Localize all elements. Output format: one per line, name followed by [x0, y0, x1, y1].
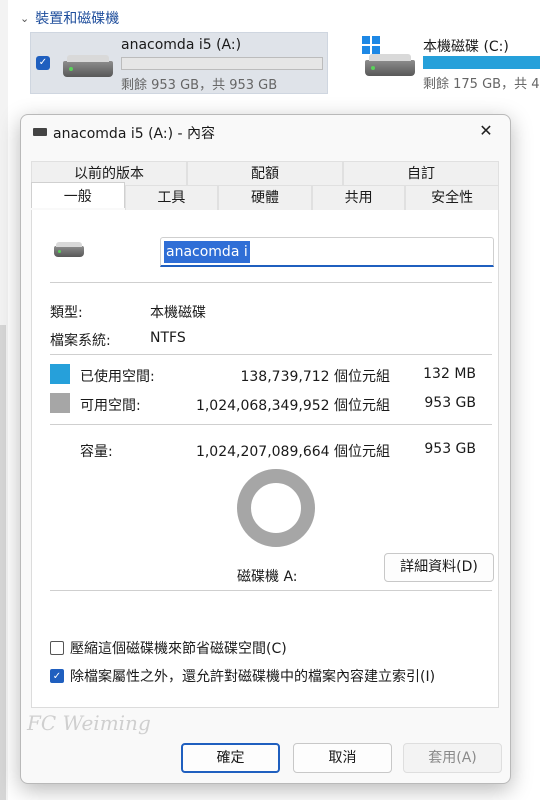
hard-drive-icon [365, 54, 415, 76]
navigation-pane-edge [0, 0, 8, 800]
drive-usage-bar [423, 56, 540, 69]
watermark-text: FC Weiming [27, 711, 151, 735]
used-space-swatch [50, 364, 70, 384]
dialog-title: anacomda i5 (A:) - 內容 [53, 126, 216, 142]
tab-hardware[interactable]: 硬體 [218, 185, 312, 210]
capacity-label: 容量: [80, 444, 113, 460]
drive-name: 本機磁碟 (C:) [423, 39, 509, 55]
tab-quota[interactable]: 配額 [187, 161, 343, 185]
used-space-label: 已使用空間: [80, 369, 155, 385]
drive-name-field[interactable] [160, 237, 494, 267]
index-label[interactable]: 除檔案屬性之外，還允許對磁碟機中的檔案內容建立索引(I) [70, 666, 435, 686]
chevron-down-icon[interactable]: ⌄ [20, 12, 29, 25]
compress-option[interactable]: 壓縮這個磁碟機來節省磁碟空間(C) [50, 638, 287, 658]
free-space-bytes: 1,024,068,349,952 個位元組 [195, 398, 390, 414]
divider [50, 424, 492, 425]
compress-checkbox[interactable] [50, 641, 64, 655]
drive-tile-c[interactable]: 本機磁碟 (C:) 剩餘 175 GB，共 4 [360, 32, 540, 94]
tab-tools[interactable]: 工具 [124, 185, 219, 210]
details-button[interactable]: 詳細資料(D) [384, 553, 494, 582]
free-space-swatch [50, 393, 70, 413]
used-space-size: 132 MB [423, 366, 476, 382]
tab-customize[interactable]: 自訂 [343, 161, 499, 185]
disk-usage-donut [237, 469, 315, 547]
devices-section-header[interactable]: ⌄ 裝置和磁碟機 [20, 8, 119, 28]
used-space-bytes: 138,739,712 個位元組 [240, 369, 390, 385]
drive-usage-bar [121, 57, 323, 70]
divider [50, 354, 492, 355]
drive-space-info: 剩餘 175 GB，共 4 [423, 77, 540, 92]
cancel-button[interactable]: 取消 [293, 743, 392, 773]
free-space-label: 可用空間: [80, 398, 141, 414]
type-label: 類型: [50, 305, 83, 321]
ok-button[interactable]: 確定 [181, 743, 280, 773]
selection-checkbox[interactable]: ✓ [36, 56, 50, 70]
nav-scroll-region [0, 325, 6, 800]
windows-logo-icon [362, 36, 380, 54]
capacity-size: 953 GB [424, 441, 476, 457]
drive-name-input[interactable] [164, 241, 250, 263]
section-title: 裝置和磁碟機 [35, 11, 120, 27]
drive-name: anacomda i5 (A:) [121, 37, 242, 53]
free-space-size: 953 GB [424, 395, 476, 411]
tab-row-front: 一般 工具 硬體 共用 安全性 [31, 182, 499, 210]
dialog-titlebar[interactable]: anacomda i5 (A:) - 內容 ✕ [21, 115, 510, 149]
tab-security[interactable]: 安全性 [405, 185, 499, 210]
divider [50, 282, 492, 283]
close-button[interactable]: ✕ [476, 121, 496, 141]
apply-button[interactable]: 套用(A) [403, 743, 502, 773]
capacity-bytes: 1,024,207,089,664 個位元組 [195, 444, 390, 460]
drive-tile-a[interactable]: ✓ anacomda i5 (A:) 剩餘 953 GB，共 953 GB [30, 32, 328, 94]
hard-drive-icon [54, 242, 84, 257]
type-value: 本機磁碟 [150, 305, 206, 321]
compress-label[interactable]: 壓縮這個磁碟機來節省磁碟空間(C) [70, 638, 287, 658]
properties-dialog: anacomda i5 (A:) - 內容 ✕ 以前的版本 配額 自訂 一般 工… [20, 114, 511, 784]
close-icon[interactable]: ✕ [479, 121, 492, 140]
index-checkbox[interactable]: ✓ [50, 669, 64, 683]
hard-drive-icon [63, 55, 113, 77]
filesystem-value: NTFS [150, 330, 186, 346]
drive-icon [33, 128, 47, 136]
filesystem-label: 檔案系統: [50, 333, 111, 349]
drive-space-info: 剩餘 953 GB，共 953 GB [121, 78, 278, 93]
tab-sharing[interactable]: 共用 [311, 185, 406, 210]
divider [50, 590, 492, 591]
tab-general[interactable]: 一般 [31, 182, 125, 208]
drive-letter-label: 磁碟機 A: [237, 569, 298, 585]
general-tab-panel: 類型: 本機磁碟 檔案系統: NTFS 已使用空間: 138,739,712 個… [31, 210, 499, 708]
index-option[interactable]: ✓ 除檔案屬性之外，還允許對磁碟機中的檔案內容建立索引(I) [50, 666, 435, 686]
